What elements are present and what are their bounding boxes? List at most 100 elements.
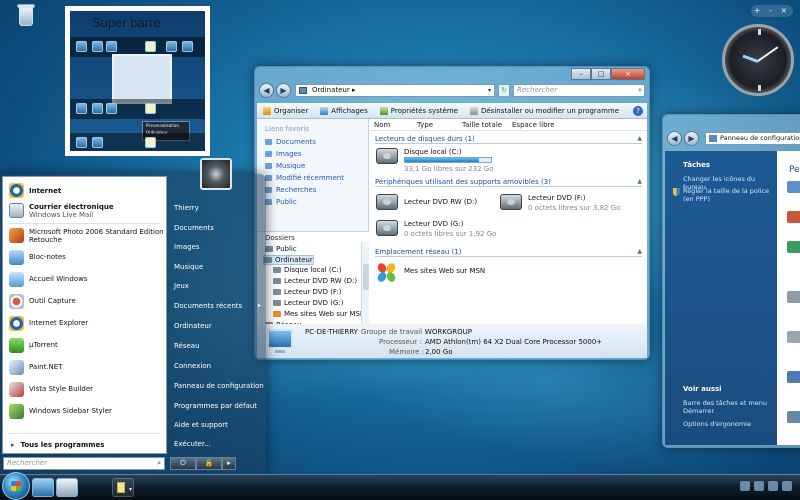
clock-gadget[interactable] (722, 24, 794, 96)
favorite-recently-modified[interactable]: Modifié récemment (265, 174, 344, 182)
tree-item-dvd-f[interactable]: Lecteur DVD (F:) (273, 288, 342, 296)
drive-item-d[interactable]: Lecteur DVD RW (D:) (376, 194, 496, 214)
control-panel-address-bar[interactable]: Panneau de configuration (705, 132, 800, 145)
tray-icon[interactable] (754, 481, 764, 491)
organize-button[interactable]: Organiser (257, 103, 314, 118)
place-network[interactable]: Réseau (174, 342, 200, 350)
place-user[interactable]: Thierry (174, 204, 199, 212)
tray-icon[interactable] (768, 481, 778, 491)
collapse-icon[interactable]: ▲ (637, 178, 642, 185)
scrollbar-thumb[interactable] (363, 264, 369, 290)
see-also-taskbar[interactable]: Barre des tâches et menu Démarrer (683, 399, 775, 415)
user-avatar[interactable] (200, 158, 232, 190)
section-removable[interactable]: Périphériques utilisant des supports amo… (375, 178, 642, 187)
switch-windows-icon[interactable] (56, 478, 78, 497)
drive-item-f[interactable]: Lecteur DVD (F:) 0 octets libres sur 3,8… (500, 194, 640, 214)
power-options-button[interactable]: ▸ (222, 457, 236, 470)
section-network[interactable]: Emplacement réseau (1) ▲ (375, 248, 642, 257)
sidebar-styler-icon (9, 404, 24, 419)
lock-button[interactable]: 🔒 (196, 457, 222, 470)
search-input[interactable]: Rechercher ⌕ (513, 84, 645, 97)
refresh-button[interactable]: ↻ (498, 84, 510, 97)
close-button[interactable]: × (611, 68, 645, 80)
drive-item-c[interactable]: Disque local (C:) 33,1 Go libres sur 232… (376, 148, 516, 173)
place-games[interactable]: Jeux (174, 282, 189, 290)
favorite-images[interactable]: Images (265, 150, 302, 158)
address-text: Panneau de configuration (720, 134, 800, 142)
start-search-input[interactable]: Rechercher ⌕ (3, 457, 165, 470)
place-help[interactable]: Aide et support (174, 421, 228, 429)
column-name[interactable]: Nom (374, 121, 390, 129)
section-hard-drives[interactable]: Lecteurs de disques durs (1) ▲ (375, 135, 642, 144)
setting-icon[interactable] (787, 411, 800, 423)
favorite-searches[interactable]: Recherches (265, 186, 316, 194)
place-run[interactable]: Exécuter... (174, 440, 211, 448)
recent-program-label: Bloc-notes (29, 253, 66, 261)
address-bar[interactable]: Ordinateur ▸ ▾ (295, 84, 495, 97)
explorer-window[interactable]: – □ × ◀ ▶ Ordinateur ▸ ▾ ↻ Rechercher ⌕ … (254, 66, 650, 360)
personalization-icon[interactable] (787, 181, 800, 193)
uninstall-program-button[interactable]: Désinstaller ou modifier un programme (464, 103, 625, 118)
setting-icon[interactable] (787, 331, 800, 343)
tray-icon[interactable] (740, 481, 750, 491)
setting-icon[interactable] (787, 371, 800, 383)
folders-scrollbar[interactable] (361, 242, 369, 325)
minimize-button[interactable]: – (571, 68, 591, 80)
column-total-size[interactable]: Taille totale (462, 121, 502, 129)
tree-item-computer[interactable]: Ordinateur (263, 255, 314, 265)
place-default-programs[interactable]: Programmes par défaut (174, 402, 257, 410)
views-button[interactable]: Affichages (314, 103, 374, 118)
preview-taskbar-strip (70, 99, 205, 119)
tree-item-disk-c[interactable]: Disque local (C:) (273, 266, 342, 274)
task-font-size[interactable]: Régler la taille de la police (en PPP) (683, 187, 775, 203)
taskbar-folder-button[interactable]: ▾ (112, 478, 134, 497)
column-free-space[interactable]: Espace libre (512, 121, 555, 129)
tree-item-dvd-d[interactable]: Lecteur DVD RW (D:) (273, 277, 357, 285)
forward-button[interactable]: ▶ (684, 131, 699, 146)
drive-item-g[interactable]: Lecteur DVD (G:) 0 octets libres sur 1,9… (376, 220, 516, 240)
back-button[interactable]: ◀ (259, 83, 274, 98)
tree-item-dvd-g[interactable]: Lecteur DVD (G:) (273, 299, 343, 307)
collapse-icon[interactable]: ▲ (637, 248, 642, 255)
place-connect[interactable]: Connexion (174, 362, 211, 370)
folders-header[interactable]: Dossiers (265, 234, 295, 242)
system-properties-button[interactable]: Propriétés système (374, 103, 464, 118)
help-icon[interactable]: ? (633, 106, 643, 116)
submenu-arrow-icon: ▸ (258, 302, 262, 309)
gadget-controls[interactable]: + - × (751, 5, 793, 17)
network-item-msn[interactable]: Mes sites Web sur MSN (376, 261, 516, 285)
place-documents[interactable]: Documents (174, 224, 214, 232)
start-menu-programs: Internet Courrier électronique Windows L… (2, 176, 167, 454)
place-music[interactable]: Musique (174, 263, 203, 271)
place-control-panel[interactable]: Panneau de configuration (174, 382, 264, 390)
favorite-public[interactable]: Public (265, 198, 297, 206)
favorite-documents[interactable]: Documents (265, 138, 316, 146)
favorite-music[interactable]: Musique (265, 162, 305, 170)
recycle-bin-icon[interactable] (16, 2, 36, 28)
shutdown-button[interactable]: ⏻ (170, 457, 196, 470)
explorer-titlebar[interactable]: – □ × ◀ ▶ Ordinateur ▸ ▾ ↻ Rechercher ⌕ (255, 67, 649, 101)
place-computer[interactable]: Ordinateur (174, 322, 212, 330)
tree-item-public[interactable]: Public (265, 245, 297, 253)
recent-program-label: Paint.NET (29, 363, 63, 371)
collapse-icon[interactable]: ▲ (637, 135, 642, 142)
see-also-ease-of-access[interactable]: Options d'ergonomie (683, 420, 775, 428)
forward-button[interactable]: ▶ (276, 83, 291, 98)
search-icon[interactable]: ⌕ (638, 85, 642, 96)
start-orb-button[interactable] (2, 472, 30, 500)
column-type[interactable]: Type (417, 121, 433, 129)
setting-icon[interactable] (787, 241, 800, 253)
back-button[interactable]: ◀ (667, 131, 682, 146)
setting-icon[interactable] (787, 211, 800, 223)
all-programs-button[interactable]: ▸ Tous les programmes (11, 441, 104, 449)
tree-item-msn[interactable]: Mes sites Web sur MSN (273, 310, 365, 318)
show-desktop-icon[interactable] (32, 478, 54, 497)
place-recent-documents[interactable]: Documents récents ▸ (174, 302, 261, 310)
place-images[interactable]: Images (174, 243, 200, 251)
search-icon[interactable]: ⌕ (157, 458, 161, 469)
setting-icon[interactable] (787, 291, 800, 303)
maximize-button[interactable]: □ (591, 68, 611, 80)
control-panel-window[interactable]: ◀ ▶ Panneau de configuration Tâches Chan… (662, 114, 800, 448)
address-dropdown-icon[interactable]: ▾ (488, 85, 491, 96)
tray-icon[interactable] (782, 481, 792, 491)
